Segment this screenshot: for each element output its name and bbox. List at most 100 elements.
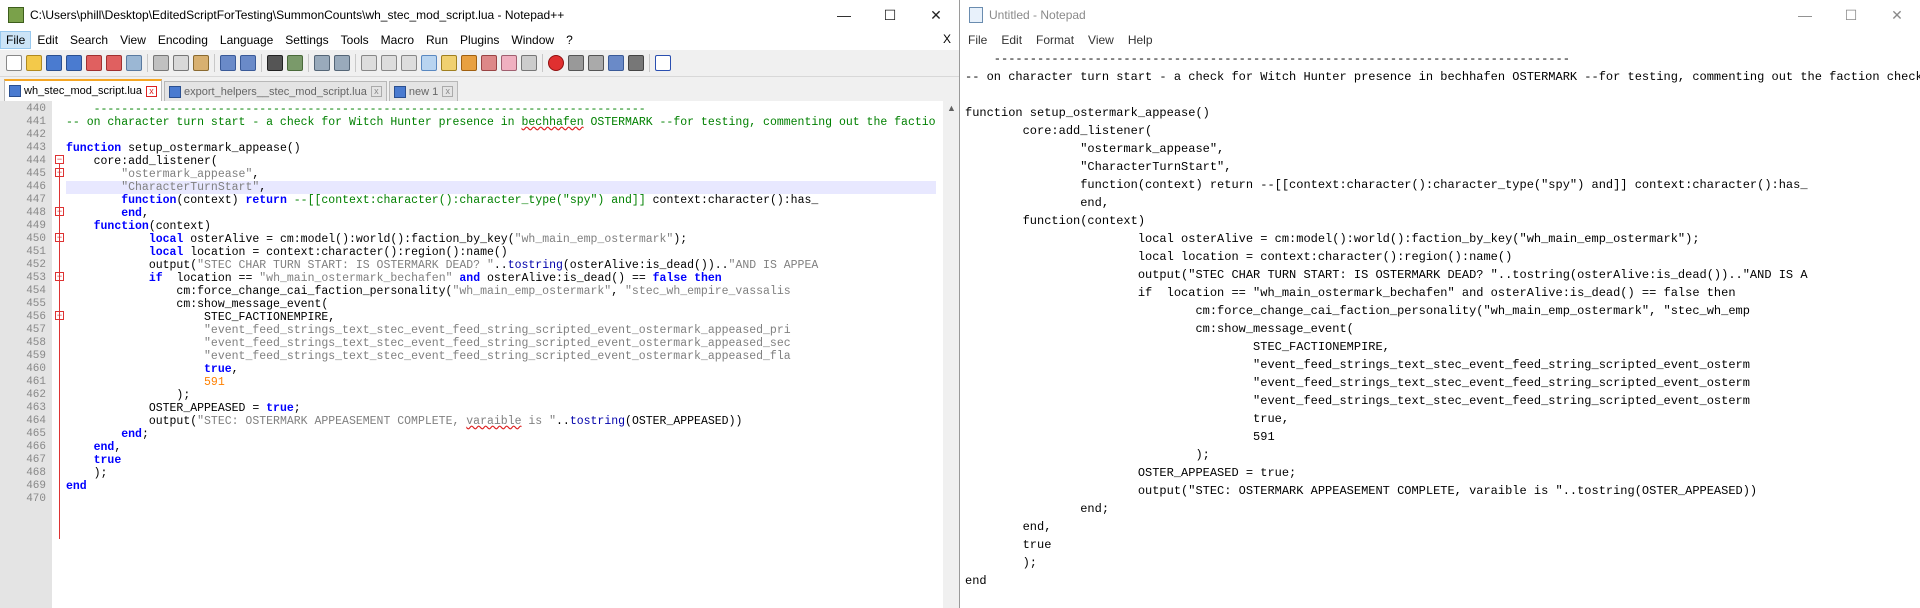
zoom-out-icon[interactable] xyxy=(334,55,350,71)
scroll-up-icon[interactable]: ▲ xyxy=(947,103,956,113)
user-language-icon[interactable] xyxy=(441,55,457,71)
replace-icon[interactable] xyxy=(287,55,303,71)
word-wrap-icon[interactable] xyxy=(381,55,397,71)
npp-vertical-scrollbar[interactable]: ▲ xyxy=(943,101,959,608)
tab-close-icon[interactable]: x xyxy=(370,86,382,97)
open-file-icon[interactable] xyxy=(26,55,42,71)
code-line: end, xyxy=(121,207,149,220)
notepadpp-app-icon xyxy=(8,7,24,23)
close-file-icon[interactable] xyxy=(86,55,102,71)
find-icon[interactable] xyxy=(267,55,283,71)
new-file-icon[interactable] xyxy=(6,55,22,71)
npp-menu-tools[interactable]: Tools xyxy=(335,31,375,49)
text-line: local location = context:character():reg… xyxy=(965,250,1513,264)
notepad-menu-edit[interactable]: Edit xyxy=(994,31,1029,49)
tab-new-1[interactable]: new 1 x xyxy=(388,81,459,101)
cut-icon[interactable] xyxy=(153,55,169,71)
save-macro-icon[interactable] xyxy=(628,55,644,71)
code-line: output("STEC: OSTERMARK APPEASEMENT COMP… xyxy=(66,415,743,428)
stop-macro-icon[interactable] xyxy=(568,55,584,71)
tab-export-helpers[interactable]: export_helpers__stec_mod_script.lua x xyxy=(164,81,387,101)
notepad-menu-file[interactable]: File xyxy=(961,31,994,49)
sync-scroll-icon[interactable] xyxy=(361,55,377,71)
file-saved-icon xyxy=(9,85,21,97)
show-all-characters-icon[interactable] xyxy=(401,55,417,71)
notepad-menu-help[interactable]: Help xyxy=(1121,31,1160,49)
notepad-text-area[interactable]: ----------------------------------------… xyxy=(965,50,1920,608)
close-all-icon[interactable] xyxy=(106,55,122,71)
npp-menu-language[interactable]: Language xyxy=(214,31,279,49)
code-line: function(context) return --[[context:cha… xyxy=(121,194,819,207)
notepad-maximize-button[interactable]: ☐ xyxy=(1828,0,1874,30)
save-all-icon[interactable] xyxy=(66,55,82,71)
npp-menu-search[interactable]: Search xyxy=(64,31,114,49)
npp-code-area[interactable]: ----------------------------------------… xyxy=(66,103,936,608)
tab-close-icon[interactable]: x xyxy=(442,86,454,97)
save-icon[interactable] xyxy=(46,55,62,71)
paste-icon[interactable] xyxy=(193,55,209,71)
npp-menu-edit[interactable]: Edit xyxy=(31,31,64,49)
notepad-menu-format[interactable]: Format xyxy=(1029,31,1081,49)
toolbar-separator xyxy=(261,54,262,72)
toolbar-separator xyxy=(355,54,356,72)
npp-toolbar xyxy=(0,50,959,77)
line-number: 451 xyxy=(26,246,46,258)
play-macro-icon[interactable] xyxy=(588,55,604,71)
notepad-menu-view[interactable]: View xyxy=(1081,31,1121,49)
text-line: -- on character turn start - a check for… xyxy=(965,70,1920,84)
npp-menu-view[interactable]: View xyxy=(114,31,152,49)
folder-as-workspace-icon[interactable] xyxy=(501,55,517,71)
text-line: "event_feed_strings_text_stec_event_feed… xyxy=(965,376,1750,390)
npp-maximize-button[interactable]: ☐ xyxy=(867,0,913,30)
copy-icon[interactable] xyxy=(173,55,189,71)
fold-collapse-icon[interactable]: − xyxy=(55,155,64,164)
run-macro-multiple-icon[interactable] xyxy=(608,55,624,71)
code-line: "ostermark_appease", xyxy=(121,168,260,181)
npp-menu-help[interactable]: ? xyxy=(560,31,579,49)
spell-check-icon[interactable] xyxy=(655,55,671,71)
text-line: "CharacterTurnStart", xyxy=(965,160,1232,174)
file-saved-icon xyxy=(393,85,406,98)
npp-menu-window[interactable]: Window xyxy=(505,31,560,49)
text-line: 591 xyxy=(965,430,1275,444)
document-map-icon[interactable] xyxy=(461,55,477,71)
redo-icon[interactable] xyxy=(240,55,256,71)
tab-wh-stec-mod-script[interactable]: wh_stec_mod_script.lua x xyxy=(4,79,163,101)
code-line: "event_feed_strings_text_stec_event_feed… xyxy=(204,350,791,363)
line-number: 469 xyxy=(26,480,46,492)
npp-menu-file[interactable]: File xyxy=(0,31,32,49)
npp-menu-settings[interactable]: Settings xyxy=(279,31,334,49)
code-line: "CharacterTurnStart", xyxy=(66,181,936,194)
undo-icon[interactable] xyxy=(220,55,236,71)
npp-menu-macro[interactable]: Macro xyxy=(375,31,420,49)
notepad-menubar: File Edit Format View Help xyxy=(961,30,1920,50)
text-line: output("STEC CHAR TURN START: IS OSTERMA… xyxy=(965,268,1808,282)
npp-editor[interactable]: 440 441 442 443 444 445 446 447 448 449 450 451 452 4… xyxy=(0,101,959,608)
notepad-close-button[interactable]: ✕ xyxy=(1874,0,1920,30)
notepad-minimize-button[interactable]: — xyxy=(1782,0,1828,30)
record-macro-icon[interactable] xyxy=(548,55,564,71)
function-list-icon[interactable] xyxy=(481,55,497,71)
monitoring-icon[interactable] xyxy=(521,55,537,71)
code-line: end; xyxy=(121,428,149,441)
print-icon[interactable] xyxy=(126,55,142,71)
line-number: 468 xyxy=(26,467,46,479)
toolbar-separator xyxy=(214,54,215,72)
npp-menu-encoding[interactable]: Encoding xyxy=(152,31,214,49)
npp-close-document-button[interactable]: X xyxy=(943,32,951,46)
npp-menu-plugins[interactable]: Plugins xyxy=(454,31,505,49)
zoom-in-icon[interactable] xyxy=(314,55,330,71)
npp-minimize-button[interactable]: — xyxy=(821,0,867,30)
indent-guide-icon[interactable] xyxy=(421,55,437,71)
npp-titlebar[interactable]: C:\Users\phill\Desktop\EditedScriptForTe… xyxy=(0,0,959,30)
text-line: STEC_FACTIONEMPIRE, xyxy=(965,340,1390,354)
npp-close-button[interactable]: ✕ xyxy=(913,0,959,30)
npp-menu-run[interactable]: Run xyxy=(420,31,454,49)
text-line: ); xyxy=(965,556,1038,570)
text-line: "event_feed_strings_text_stec_event_feed… xyxy=(965,394,1750,408)
notepad-window: Untitled - Notepad — ☐ ✕ File Edit Forma… xyxy=(961,0,1920,608)
toolbar-separator xyxy=(308,54,309,72)
notepad-titlebar[interactable]: Untitled - Notepad — ☐ ✕ xyxy=(961,0,1920,30)
tab-close-icon[interactable]: x xyxy=(146,85,158,97)
